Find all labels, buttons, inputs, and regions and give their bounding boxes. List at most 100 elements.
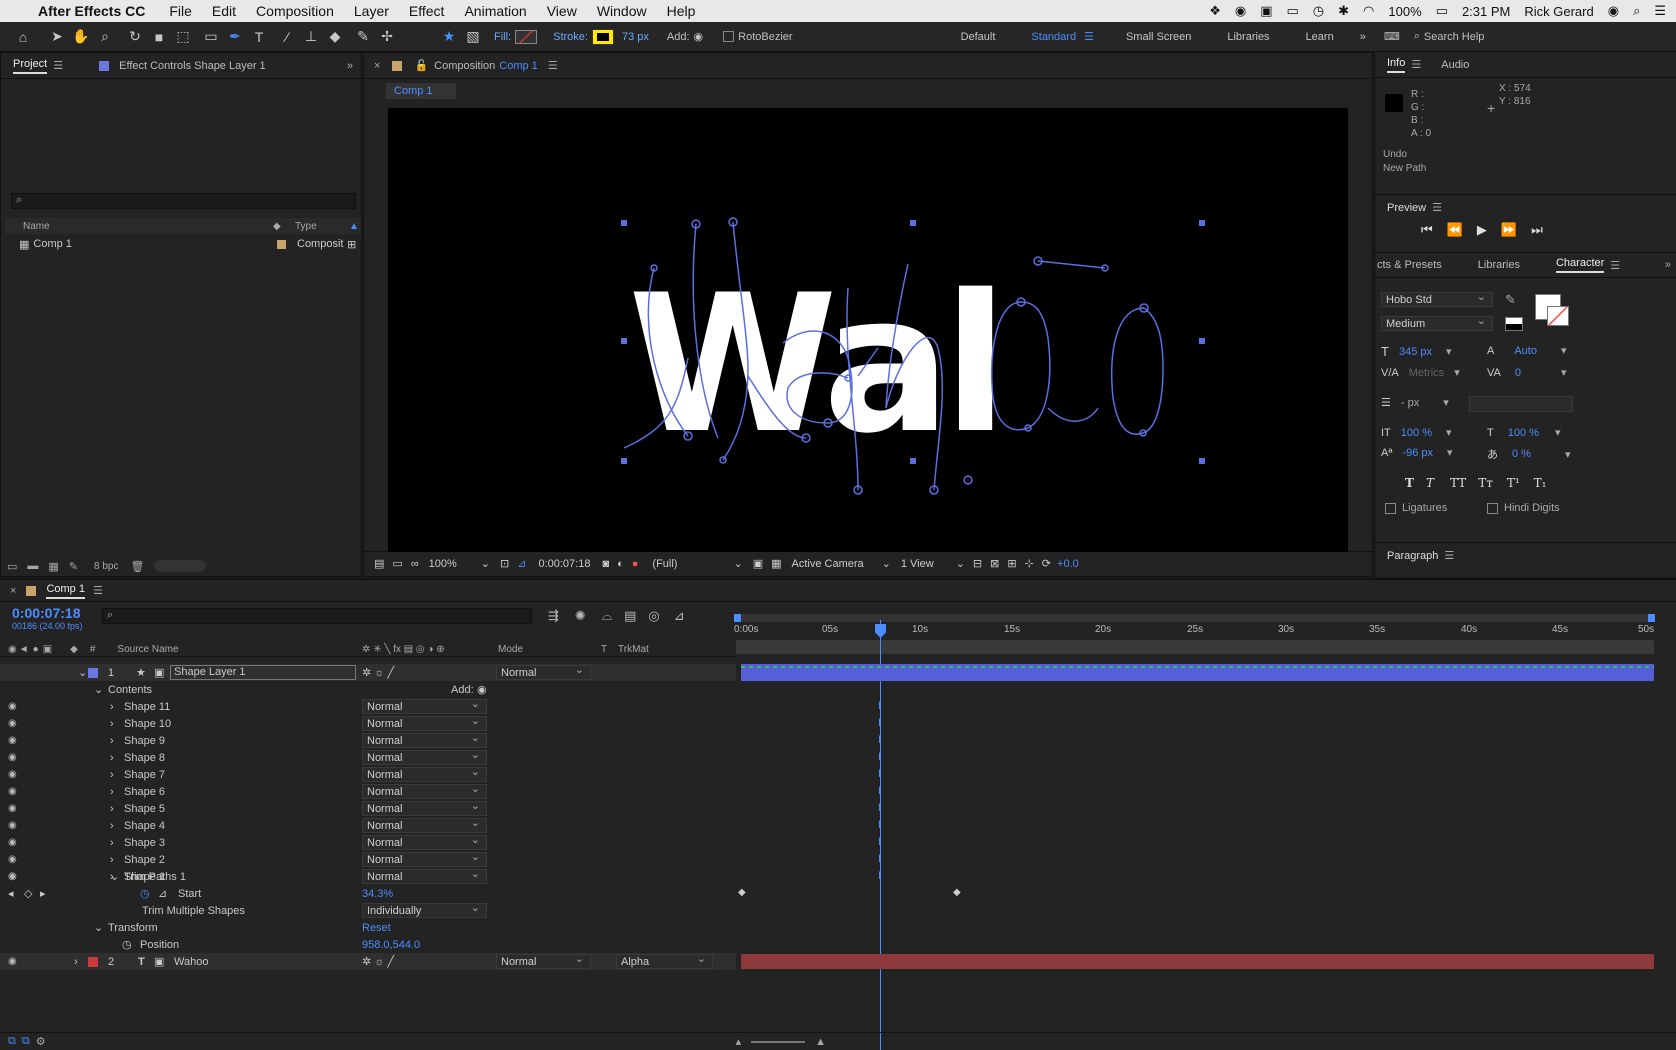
graph-icon[interactable]: ⊿	[158, 887, 167, 900]
expand-transform-icon[interactable]: ⌄	[94, 921, 103, 934]
timeline-icon[interactable]: ⊞	[1007, 557, 1016, 570]
eyedropper-icon[interactable]: ✎	[1505, 292, 1516, 308]
app-menu[interactable]: After Effects CC	[38, 3, 145, 19]
tab-libraries[interactable]: Libraries	[1478, 259, 1520, 271]
position-property-row[interactable]: ◷ Position 958.0,544.0	[0, 936, 736, 953]
character-menu-icon[interactable]: ☰	[1610, 259, 1620, 272]
show-snapshot-icon[interactable]: ◐	[617, 558, 624, 570]
expand-shape-icon[interactable]: ›	[110, 735, 114, 747]
trim-multiple-row[interactable]: Trim Multiple Shapes Individually	[0, 901, 736, 919]
tab-info[interactable]: Info	[1387, 57, 1406, 73]
snapshot-icon[interactable]: ◙	[602, 558, 609, 570]
tsume-value[interactable]: 0 %	[1512, 448, 1531, 460]
visibility-eye-icon[interactable]: ◉	[8, 701, 17, 712]
shape-mode-dropdown[interactable]: Normal	[362, 765, 487, 782]
baseline-shift-dropdown-icon[interactable]: ▾	[1447, 446, 1453, 459]
kerning-dropdown-icon[interactable]: ▾	[1454, 366, 1460, 379]
transform-row[interactable]: ⌄ Transform Reset	[0, 919, 736, 936]
timeline-menu-icon[interactable]: ☰	[93, 584, 103, 597]
next-frame-icon[interactable]: ⏩	[1501, 222, 1517, 238]
layer-switches[interactable]: ✲ ☼ ╱	[362, 666, 394, 679]
viewer-timecode[interactable]: 0:00:07:18	[538, 558, 590, 570]
pan-behind-tool-icon[interactable]: ⬚	[172, 26, 194, 48]
resolution-value[interactable]: (Full)	[652, 558, 677, 570]
label-color-swatch[interactable]	[277, 239, 286, 249]
clone-stamp-tool-icon[interactable]: ⊥	[300, 26, 322, 48]
visibility-eye-icon[interactable]: ◉	[8, 820, 17, 831]
contents-row[interactable]: ⌄ Contents Add: ◉	[0, 681, 736, 698]
comp-sub-tab[interactable]: Comp 1	[386, 83, 456, 99]
graph-editor-icon[interactable]: ⊿	[674, 608, 685, 624]
zoom-in-icon[interactable]: ▲	[815, 1036, 826, 1048]
expand-shape-icon[interactable]: ›	[110, 701, 114, 713]
panel-expand-icon[interactable]: »	[347, 60, 353, 72]
shape-row[interactable]: ◉ › Shape 3 Normal	[0, 833, 736, 851]
camera-dropdown-icon[interactable]: ⌄	[882, 557, 891, 570]
zoom-out-icon[interactable]: ▴	[736, 1035, 742, 1048]
zoom-dropdown-icon[interactable]: ⌄	[481, 557, 490, 570]
video-switch-icon[interactable]: ◉	[8, 644, 17, 655]
frame-blending-icon[interactable]: ▤	[624, 608, 636, 624]
visibility-eye-icon[interactable]: ◉	[8, 718, 17, 729]
small-caps-button[interactable]: Tт	[1478, 476, 1493, 490]
col-name-header[interactable]: Name	[23, 221, 50, 232]
workspace-menu-icon[interactable]: ☰	[1084, 30, 1094, 43]
flowchart-view-icon[interactable]: ⊹	[1025, 557, 1034, 570]
subscript-button[interactable]: T₁	[1534, 476, 1547, 490]
label-tag-icon[interactable]: ◆	[273, 221, 281, 232]
shape-mode-dropdown[interactable]: Normal	[362, 697, 487, 714]
panel-expand-icon-right[interactable]: »	[1665, 259, 1671, 271]
layer-switches-toggle-icon[interactable]: ⧉	[8, 1035, 16, 1048]
views-dropdown-icon[interactable]: ⌄	[956, 557, 965, 570]
layer-2-trkmat-dropdown[interactable]: Alpha	[616, 952, 713, 969]
expand-shape-icon[interactable]: ›	[110, 854, 114, 866]
horizontal-scale-dropdown-icon[interactable]: ▾	[1555, 426, 1561, 439]
selection-tool-icon[interactable]: ➤	[46, 26, 68, 48]
stroke-width-field-value[interactable]: - px	[1401, 397, 1419, 409]
more-workspaces-icon[interactable]: »	[1360, 31, 1366, 43]
last-frame-icon[interactable]: ⏭	[1531, 222, 1543, 238]
visibility-eye-icon[interactable]: ◉	[8, 769, 17, 780]
thumbnail-slider[interactable]	[154, 560, 207, 572]
bounding-box-handle[interactable]	[621, 338, 627, 344]
workspace-learn[interactable]: Learn	[1288, 31, 1352, 43]
project-search-input[interactable]: ⌕	[11, 193, 356, 209]
play-icon[interactable]: ▶	[1477, 222, 1487, 238]
menu-view[interactable]: View	[547, 3, 577, 19]
bluetooth-icon[interactable]: ✱	[1338, 3, 1349, 19]
comp-menu-icon[interactable]: ☰	[548, 59, 558, 72]
dropbox-icon[interactable]: ❖	[1209, 3, 1221, 19]
expand-shape-icon[interactable]: ›	[110, 718, 114, 730]
tracking-value[interactable]: 0	[1515, 367, 1521, 379]
timeline-timecode[interactable]: 0:00:07:18	[12, 605, 81, 621]
brush-tool-icon[interactable]: ∕	[276, 26, 298, 48]
audio-switch-icon[interactable]: ◄	[19, 644, 29, 655]
work-area-start-handle[interactable]	[734, 614, 741, 622]
menu-file[interactable]: File	[169, 3, 192, 19]
always-preview-icon[interactable]: ▤	[374, 557, 384, 570]
layer-2-duration-bar[interactable]	[741, 954, 1654, 969]
expand-layer-icon[interactable]: ⌄	[78, 666, 87, 679]
menu-layer[interactable]: Layer	[354, 3, 389, 19]
evernote-icon[interactable]: ▣	[1260, 3, 1272, 19]
layer-name-field[interactable]: Shape Layer 1	[170, 665, 356, 680]
shape-mode-dropdown[interactable]: Normal	[362, 714, 487, 731]
layer-row-2[interactable]: ◉ › 2 T ▣ Wahoo ✲ ☼ ╱ Normal Alpha	[0, 952, 736, 970]
channel-icon[interactable]: ●	[632, 558, 639, 570]
preview-title[interactable]: Preview	[1387, 202, 1426, 214]
shape-mode-dropdown[interactable]: Normal	[362, 833, 487, 850]
vertical-scale-dropdown-icon[interactable]: ▾	[1446, 426, 1452, 439]
position-value[interactable]: 958.0,544.0	[362, 939, 420, 951]
timeline-search-input[interactable]: ⌕	[102, 608, 532, 624]
search-help-field[interactable]: Search Help	[1424, 31, 1485, 43]
shape-row[interactable]: ◉ › Shape 2 Normal	[0, 850, 736, 868]
layer-2-label-swatch[interactable]	[88, 956, 98, 967]
visibility-eye-icon[interactable]: ◉	[8, 735, 17, 746]
spotlight-icon[interactable]: ⌕	[1633, 3, 1640, 19]
layer-2-name[interactable]: Wahoo	[174, 956, 208, 968]
reset-exposure-icon[interactable]: ⟳	[1042, 557, 1051, 570]
horizontal-scale-value[interactable]: 100 %	[1508, 427, 1539, 439]
render-icon[interactable]: ✎	[69, 560, 78, 573]
time-ruler[interactable]: 0:00s 05s 10s 15s 20s 25s 30s 35s 40s 45…	[734, 624, 1656, 638]
siri-icon[interactable]: ◉	[1608, 3, 1619, 19]
